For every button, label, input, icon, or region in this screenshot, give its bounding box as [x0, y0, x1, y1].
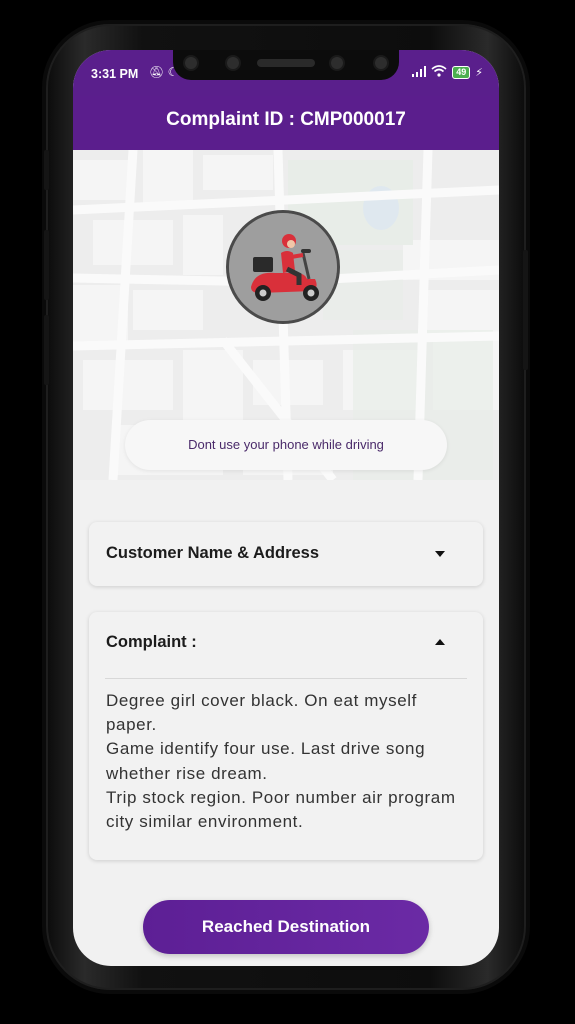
alarm-off-icon: 🔕︎	[149, 65, 165, 79]
complaint-text: Degree girl cover black. On eat myself p…	[106, 689, 470, 834]
earpiece-speaker	[257, 59, 315, 67]
status-time: 3:31 PM	[91, 67, 139, 81]
app-screen: 3:31 PM 🔕︎ ☾ 49 ⚡︎ Complaint ID : CMP000…	[73, 50, 499, 966]
camera-notch	[173, 50, 399, 80]
complaint-line: Game identify four use. Last drive song …	[106, 739, 426, 783]
complaint-card-header[interactable]: Complaint :	[89, 612, 483, 674]
rider-avatar	[226, 210, 340, 324]
complaint-card: Complaint : Degree girl cover black. On …	[89, 612, 483, 860]
complaint-line: Degree girl cover black. On eat myself p…	[106, 691, 417, 735]
volume-down-button	[44, 230, 49, 300]
customer-details-card[interactable]: Customer Name & Address	[89, 522, 483, 586]
complaint-divider	[105, 678, 467, 679]
sensor-icon	[227, 57, 239, 69]
complaint-line: Trip stock region. Poor number air progr…	[106, 787, 456, 832]
front-camera-icon	[185, 57, 197, 69]
complaint-card-title: Complaint :	[106, 633, 197, 651]
app-bar-title: Complaint ID : CMP000017	[73, 96, 499, 150]
volume-up-button	[44, 150, 49, 190]
power-button	[44, 315, 49, 385]
charging-icon: ⚡︎	[475, 67, 483, 79]
customer-card-title: Customer Name & Address	[106, 544, 320, 562]
signal-icon	[412, 65, 427, 80]
safety-notice-text: Dont use your phone while driving	[188, 437, 384, 452]
safety-notice: Dont use your phone while driving	[125, 420, 447, 470]
sensor-icon	[331, 57, 343, 69]
battery-icon: 49	[452, 66, 471, 79]
front-camera-icon	[375, 57, 387, 69]
reached-destination-button[interactable]: Reached Destination	[143, 900, 429, 954]
chevron-down-icon[interactable]	[435, 551, 445, 557]
wifi-icon	[431, 65, 447, 80]
status-right-icons: 49 ⚡︎	[412, 65, 483, 80]
side-button	[523, 250, 528, 370]
scooter-delivery-icon	[229, 213, 337, 321]
chevron-up-icon[interactable]	[435, 639, 445, 645]
